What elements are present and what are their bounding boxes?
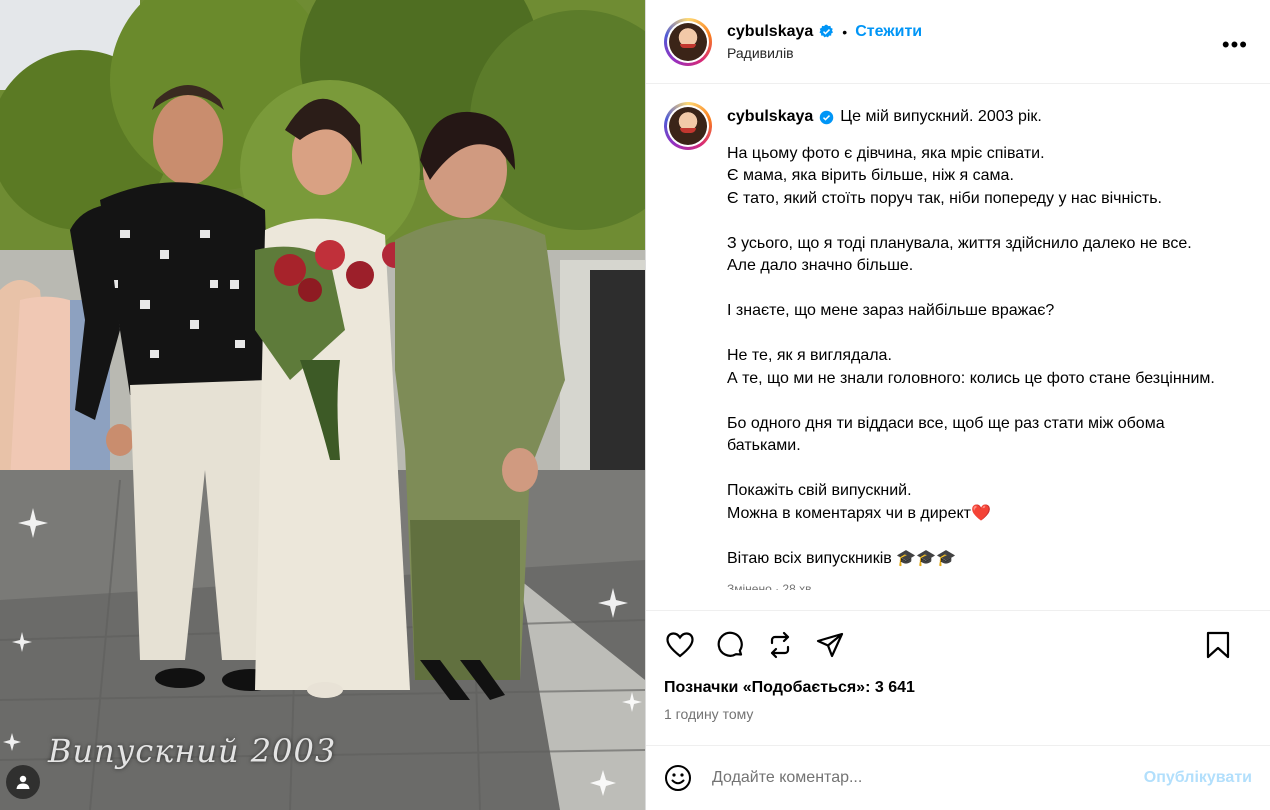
follow-button[interactable]: Стежити	[855, 23, 922, 41]
photo-scene	[0, 0, 645, 810]
comment-button[interactable]	[714, 629, 746, 661]
like-heart-icon	[666, 632, 694, 658]
post-side-panel: cybulskaya • Стежити Радивилів ••• cybul…	[645, 0, 1270, 810]
more-options-icon[interactable]: •••	[1222, 32, 1248, 58]
publish-comment-button[interactable]: Опублікувати	[1144, 769, 1252, 787]
caption-headline: Це мій випускний. 2003 рік.	[840, 108, 1042, 126]
save-button[interactable]	[1202, 629, 1234, 661]
author-username[interactable]: cybulskaya	[727, 23, 813, 41]
comment-bar: Опублікувати	[646, 745, 1270, 810]
user-tag-button[interactable]	[6, 765, 40, 799]
share-icon	[816, 632, 844, 657]
verified-badge-icon	[820, 110, 834, 125]
separator-dot: •	[842, 23, 848, 40]
author-avatar[interactable]	[664, 17, 712, 66]
like-button[interactable]	[664, 629, 696, 661]
repost-button[interactable]	[764, 629, 796, 661]
post-time[interactable]: 1 годину тому	[646, 706, 1270, 745]
edited-timestamp: Змінено · 28 хв	[727, 582, 812, 591]
emoji-icon[interactable]	[664, 764, 692, 792]
caption-author-avatar[interactable]	[664, 102, 712, 151]
caption-body: На цьому фото є дівчина, яка мріє співат…	[727, 144, 1215, 567]
likes-count[interactable]: Позначки «Подобається»: 3 641	[646, 679, 1270, 706]
post-location[interactable]: Радивилів	[727, 45, 922, 61]
post-caption: cybulskaya Це мій випускний. 2003 рік. Н…	[727, 102, 1237, 610]
post-header: cybulskaya • Стежити Радивилів •••	[646, 0, 1270, 85]
post-actions	[646, 610, 1270, 679]
caption-username[interactable]: cybulskaya	[727, 106, 813, 129]
comment-input[interactable]	[712, 769, 1144, 788]
post-viewer: Випускний 2003 cybulskaya • Стежити Ради…	[0, 0, 1270, 810]
save-bookmark-icon	[1206, 631, 1230, 659]
share-button[interactable]	[814, 629, 846, 661]
caption-section: cybulskaya Це мій випускний. 2003 рік. Н…	[646, 84, 1270, 610]
verified-badge-icon	[819, 24, 834, 38]
user-tag-icon	[16, 775, 30, 789]
comment-icon	[717, 631, 743, 657]
post-photo[interactable]: Випускний 2003	[0, 0, 645, 810]
photo-caption-overlay: Випускний 2003	[48, 732, 337, 770]
repost-icon	[770, 631, 790, 658]
